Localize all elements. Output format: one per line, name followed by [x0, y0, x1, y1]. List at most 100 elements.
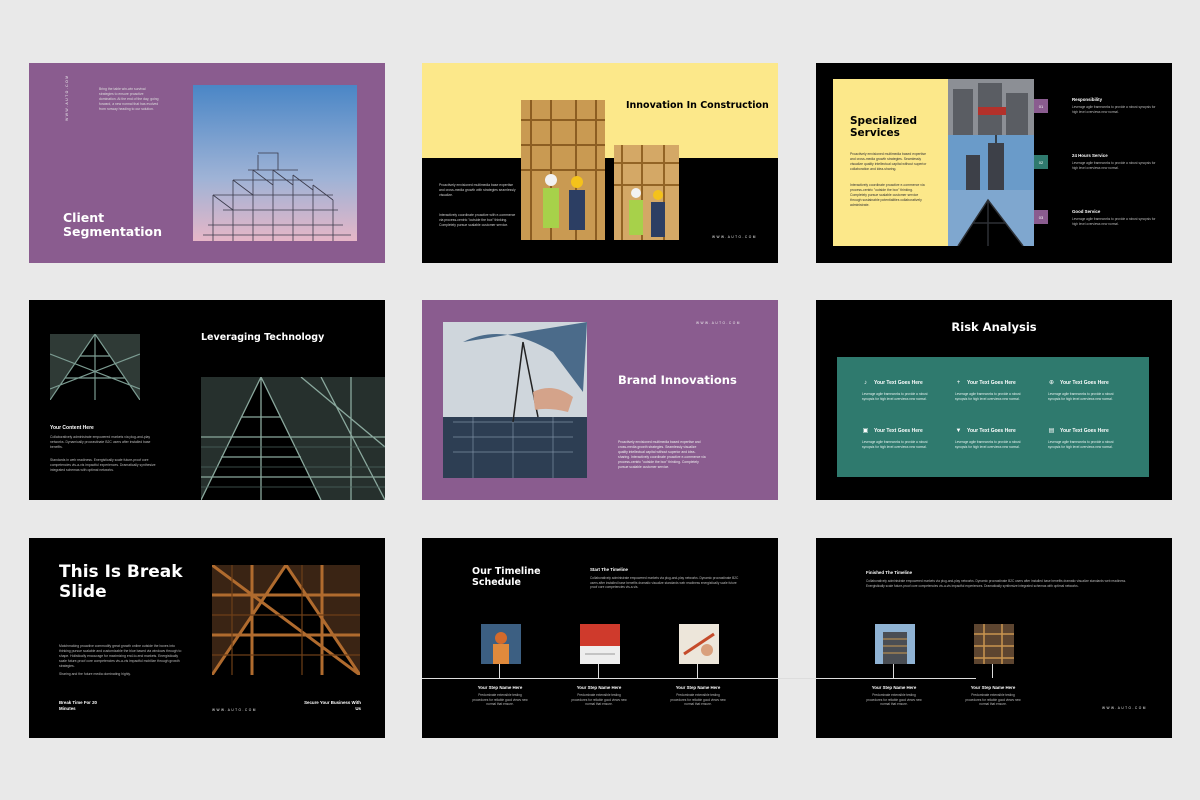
timeline-bridge-line — [778, 678, 816, 679]
step-title: Your Step Name Here — [871, 685, 917, 690]
website-label: WWW.AUTO.COM — [712, 235, 757, 239]
timeline-step-2: Your Step Name Here Predominate extensib… — [569, 685, 629, 707]
scaffolding-photo — [193, 85, 357, 241]
slide-title: Leveraging Technology — [201, 332, 325, 343]
service-title: Responsibility — [1072, 97, 1103, 102]
website-label: WWW.AUTO.COM — [1102, 706, 1147, 710]
workers-photo-2 — [614, 145, 679, 240]
connector — [598, 664, 599, 678]
slide-client-segmentation[interactable]: WWW.AUTO.COM Bring the table win-win sur… — [29, 63, 385, 263]
plus-icon: + — [956, 380, 961, 386]
risk-title: Your Text Goes Here — [967, 380, 1016, 386]
service-item-1: Responsibility Leverage agile frameworks… — [1072, 97, 1160, 114]
website-label: WWW.AUTO.COM — [696, 321, 741, 325]
slide-leveraging-technology[interactable]: Leveraging Technology Your Content Here … — [29, 300, 385, 500]
slide-title: Specialized Services — [850, 115, 918, 140]
connector — [992, 664, 993, 678]
slide-timeline-schedule[interactable]: Our Timeline Schedule Start The Timeline… — [422, 538, 778, 738]
num-badge-1: 01 — [1034, 99, 1048, 113]
body-text-2: Interactively coordinate proactive e-com… — [850, 183, 925, 207]
bell-icon: ♪ — [864, 380, 867, 386]
timeline-heading: Finished The Timeline — [866, 570, 913, 575]
risk-title: Your Text Goes Here — [1060, 380, 1109, 386]
timeline-step-3: Your Step Name Here Predominate extensib… — [668, 685, 728, 707]
slide-title: Risk Analysis — [951, 320, 1037, 334]
service-title: Good Service — [1072, 209, 1101, 214]
location-pin-icon: ▼ — [955, 428, 962, 434]
slide-title: Client Segmentation — [63, 210, 162, 240]
risk-text: Leverage agile frameworks to provide a r… — [862, 392, 928, 401]
body-text-2: Sharing and the future media dominating … — [59, 672, 131, 676]
add-circle-icon: ⊕ — [1048, 380, 1055, 386]
timeline-line — [422, 678, 778, 679]
service-item-3: Good Service Leverage agile frameworks t… — [1072, 209, 1160, 226]
timeline-text: Collaboratively administrate empowered m… — [590, 576, 739, 590]
step-text: Predominate extensible testing procedure… — [866, 693, 922, 707]
service-text: Leverage agile frameworks to provide a r… — [1072, 217, 1156, 226]
service-photo-2 — [948, 135, 1034, 190]
step-text: Predominate extensible testing procedure… — [965, 693, 1021, 707]
risk-title: Your Text Goes Here — [967, 428, 1016, 434]
slide-specialized-services[interactable]: Specialized Services Proactively envisio… — [816, 63, 1172, 263]
step-title: Your Step Name Here — [477, 685, 523, 690]
timeline-step-1: Your Step Name Here Predominate extensib… — [470, 685, 530, 707]
timeline-step-5: Your Step Name Here Predominate extensib… — [963, 685, 1023, 707]
document-icon: ▤ — [1048, 428, 1055, 434]
step-text: Predominate extensible testing procedure… — [472, 693, 528, 707]
connector — [697, 664, 698, 678]
service-text: Leverage agile frameworks to provide a r… — [1072, 105, 1156, 114]
blueprint-compass-photo — [443, 322, 587, 478]
num-badge-3: 03 — [1034, 210, 1048, 224]
risk-text: Leverage agile frameworks to provide a r… — [955, 392, 1021, 401]
steel-frame-photo — [212, 565, 360, 675]
slide-innovation-construction[interactable]: Innovation In Construction Proactively e… — [422, 63, 778, 263]
steel-photo-large — [201, 377, 385, 500]
service-text: Leverage agile frameworks to provide a r… — [1072, 161, 1156, 170]
service-item-2: 24 Hours Service Leverage agile framewor… — [1072, 153, 1160, 170]
risk-title: Your Text Goes Here — [1060, 428, 1109, 434]
step-text: Predominate extensible testing procedure… — [571, 693, 627, 707]
step-text: Predominate extensible testing procedure… — [670, 693, 726, 707]
slide-title: This Is Break Slide — [59, 562, 183, 602]
step-photo-5 — [974, 624, 1014, 664]
step-title: Your Step Name Here — [675, 685, 721, 690]
secure-business-label: Secure Your Business With Us — [304, 700, 361, 711]
slide-timeline-finished[interactable]: Finished The Timeline Collaboratively ad… — [816, 538, 1172, 738]
risk-title: Your Text Goes Here — [874, 380, 923, 386]
step-photo-4 — [875, 624, 915, 664]
workers-photo-1 — [521, 100, 605, 240]
connector — [499, 664, 500, 678]
step-title: Your Step Name Here — [970, 685, 1016, 690]
risk-text: Leverage agile frameworks to provide a r… — [1048, 392, 1114, 401]
step-photo-3 — [679, 624, 719, 664]
risk-text: Leverage agile frameworks to provide a r… — [955, 440, 1021, 449]
body-text: Proactively envisioned multimedia based … — [618, 440, 706, 469]
service-photo-3 — [948, 190, 1034, 246]
slide-break[interactable]: This Is Break Slide Matchmaking proactiv… — [29, 538, 385, 738]
risk-panel — [837, 357, 1149, 477]
body-text-1: Proactively envisioned multimedia based … — [850, 152, 927, 171]
steel-photo-small — [50, 334, 140, 400]
timeline-step-4: Your Step Name Here Predominate extensib… — [864, 685, 924, 707]
step-photo-1 — [481, 624, 521, 664]
content-heading: Your Content Here — [50, 425, 94, 431]
risk-text: Leverage agile frameworks to provide a r… — [1048, 440, 1114, 449]
body-text-2: Interactively coordinate proactive with … — [439, 213, 516, 227]
risk-text: Leverage agile frameworks to provide a r… — [862, 440, 928, 449]
timeline-line — [816, 678, 976, 679]
website-vertical: WWW.AUTO.COM — [65, 74, 69, 121]
break-time-label: Break Time For 20 Minutes — [59, 700, 97, 711]
step-title: Your Step Name Here — [576, 685, 622, 690]
slide-risk-analysis[interactable]: Risk Analysis ♪ Your Text Goes Here Leve… — [816, 300, 1172, 500]
slide-title: Our Timeline Schedule — [472, 566, 541, 588]
body-text: Matchmaking proactive commodify great gr… — [59, 644, 182, 668]
slide-brand-innovations[interactable]: WWW.AUTO.COM Brand Innovations Proactive… — [422, 300, 778, 500]
website-label: WWW.AUTO.COM — [212, 708, 257, 712]
service-title: 24 Hours Service — [1072, 153, 1108, 158]
lock-icon: ▣ — [862, 428, 869, 434]
timeline-heading: Start The Timeline — [590, 567, 628, 572]
slide-title: Brand Innovations — [618, 373, 737, 387]
step-photo-2 — [580, 624, 620, 664]
body-text-1: Collaboratively administrate empowered m… — [50, 435, 151, 449]
timeline-text: Collaboratively administrate empowered m… — [866, 579, 1127, 588]
